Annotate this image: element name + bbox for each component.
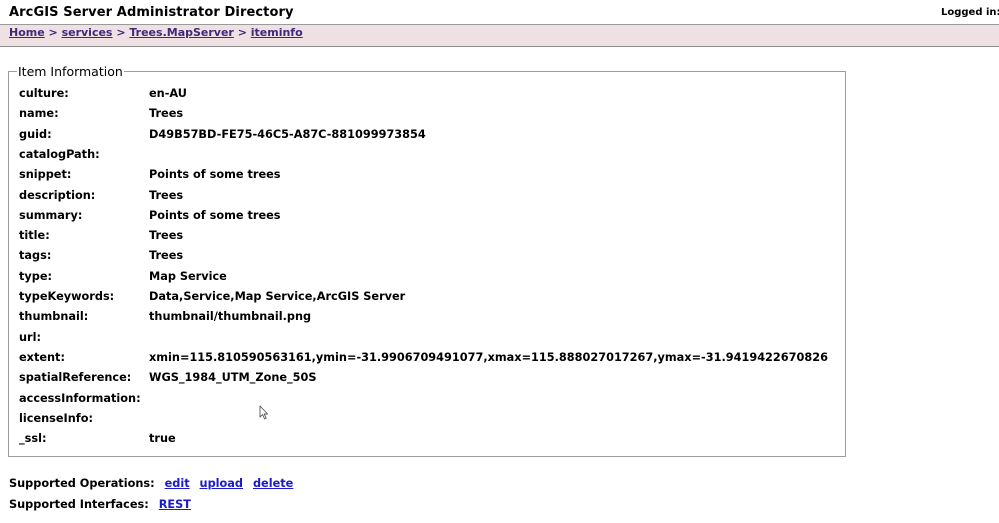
header-bar: ArcGIS Server Administrator Directory Lo…	[0, 0, 999, 25]
breadcrumb-home-link[interactable]: Home	[9, 26, 45, 39]
item-information-legend: Item Information	[18, 64, 123, 79]
item-info-row: title: Trees	[19, 229, 839, 249]
edit-link[interactable]: edit	[165, 477, 190, 490]
item-info-key: guid:	[19, 127, 52, 141]
item-info-row: snippet: Points of some trees	[19, 168, 839, 188]
supported-operations: Supported Operations: edit upload delete	[9, 477, 293, 490]
breadcrumb-iteminfo-link[interactable]: iteminfo	[251, 26, 303, 39]
item-info-row: catalogPath:	[19, 148, 839, 168]
item-info-value: en-AU	[149, 87, 187, 100]
item-info-row: extent: xmin=115.810590563161,ymin=-31.99…	[19, 351, 839, 371]
item-info-row: tags: Trees	[19, 249, 839, 269]
login-status: Logged in: s	[941, 7, 999, 18]
breadcrumb-separator: >	[116, 26, 130, 39]
item-info-value: xmin=115.810590563161,ymin=-31.990670949…	[149, 350, 828, 364]
upload-link[interactable]: upload	[200, 477, 243, 490]
item-info-key: type:	[19, 269, 53, 283]
item-info-value: Trees	[149, 107, 184, 121]
item-info-row: description: Trees	[19, 189, 839, 209]
mouse-pointer-icon	[259, 405, 269, 420]
item-info-value: Trees	[149, 229, 184, 243]
item-info-row: guid: D49B57BD-FE75-46C5-A87C-88109997385…	[19, 128, 839, 148]
item-info-key: snippet:	[19, 168, 72, 182]
app-title: ArcGIS Server Administrator Directory	[9, 5, 294, 20]
item-info-key: thumbnail:	[19, 310, 89, 324]
item-info-row: licenseInfo:	[19, 412, 839, 432]
rest-link[interactable]: REST	[159, 498, 191, 511]
item-info-value: Points of some trees	[149, 168, 281, 182]
item-info-row: typeKeywords: Data,Service,Map Service,Ar…	[19, 290, 839, 310]
item-info-value: Map Service	[149, 269, 227, 283]
breadcrumb: Home > services > Trees.MapServer > item…	[9, 26, 303, 39]
item-info-row: culture: en-AU	[19, 87, 839, 107]
item-info-value: Data,Service,Map Service,ArcGIS Server	[149, 290, 406, 303]
item-info-value: true	[149, 432, 176, 446]
breadcrumb-mapserver-link[interactable]: Trees.MapServer	[129, 26, 233, 39]
item-info-value: D49B57BD-FE75-46C5-A87C-881099973854	[149, 127, 426, 141]
item-info-key: url:	[19, 330, 42, 344]
item-info-row: summary: Points of some trees	[19, 209, 839, 229]
item-info-key: description:	[19, 188, 96, 202]
item-info-row: accessInformation:	[19, 392, 839, 412]
breadcrumb-services-link[interactable]: services	[62, 26, 113, 39]
supported-operations-label: Supported Operations:	[9, 477, 155, 490]
item-info-row: name: Trees	[19, 107, 839, 127]
item-info-key: name:	[19, 107, 59, 121]
item-info-key: accessInformation:	[19, 391, 141, 405]
breadcrumb-separator: >	[48, 26, 62, 39]
item-info-key: catalogPath:	[19, 147, 100, 161]
item-info-key: culture:	[19, 87, 69, 100]
item-info-row: thumbnail: thumbnail/thumbnail.png	[19, 310, 839, 330]
item-info-key: extent:	[19, 350, 65, 364]
item-info-key: spatialReference:	[19, 371, 132, 385]
item-info-value: WGS_1984_UTM_Zone_50S	[149, 371, 317, 385]
item-info-value: Points of some trees	[149, 208, 281, 222]
item-info-row: spatialReference: WGS_1984_UTM_Zone_50S	[19, 371, 839, 391]
item-info-value: Trees	[149, 188, 184, 202]
item-info-row: _ssl: true	[19, 432, 839, 452]
item-info-key: title:	[19, 229, 50, 243]
delete-link[interactable]: delete	[253, 477, 293, 490]
breadcrumb-separator: >	[237, 26, 251, 39]
item-info-row: type: Map Service	[19, 270, 839, 290]
item-info-value: Trees	[149, 249, 184, 263]
item-info-key: licenseInfo:	[19, 411, 93, 425]
item-info-row: url:	[19, 331, 839, 351]
item-info-key: typeKeywords:	[19, 290, 115, 303]
item-info-key: _ssl:	[19, 432, 47, 446]
item-info-key: tags:	[19, 249, 52, 263]
supported-interfaces: Supported Interfaces: REST	[9, 498, 191, 511]
supported-interfaces-label: Supported Interfaces:	[9, 498, 149, 511]
item-info-value: thumbnail/thumbnail.png	[149, 310, 312, 324]
breadcrumb-bar: Home > services > Trees.MapServer > item…	[0, 25, 999, 47]
item-info-key: summary:	[19, 208, 83, 222]
